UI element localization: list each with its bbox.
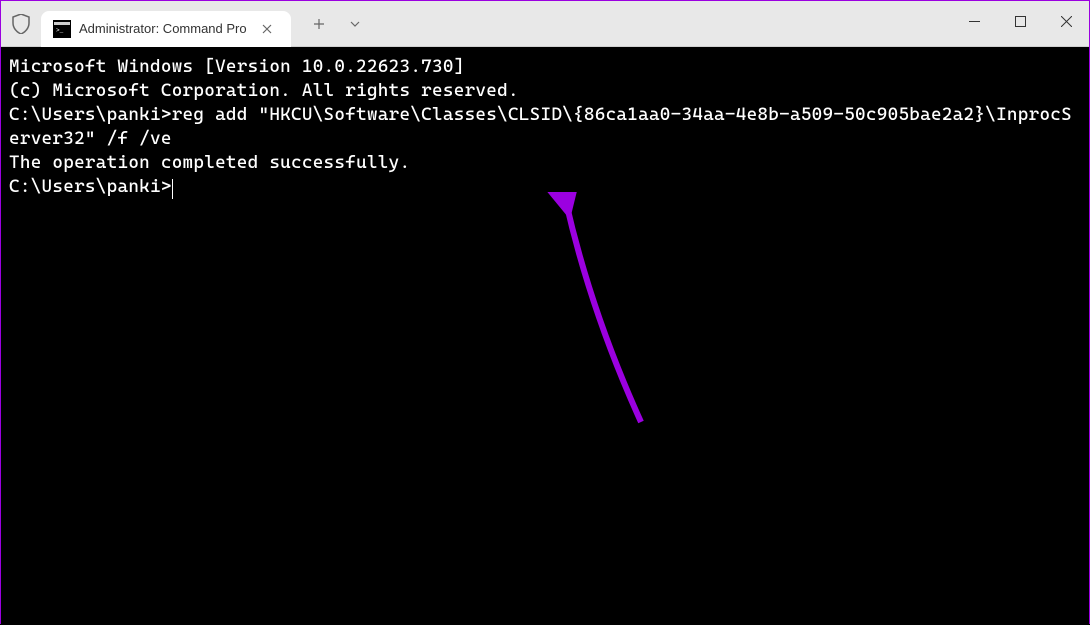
shield-icon xyxy=(1,1,41,47)
window-titlebar: >_ Administrator: Command Pro xyxy=(1,1,1089,47)
svg-text:>_: >_ xyxy=(56,27,64,34)
annotation-arrow xyxy=(541,192,681,432)
tab-dropdown-button[interactable] xyxy=(339,8,371,40)
minimize-button[interactable] xyxy=(951,1,997,41)
maximize-button[interactable] xyxy=(997,1,1043,41)
tab-actions xyxy=(303,8,371,40)
terminal-content[interactable]: Microsoft Windows [Version 10.0.22623.73… xyxy=(1,47,1089,625)
browser-tab[interactable]: >_ Administrator: Command Pro xyxy=(41,11,291,47)
terminal-output-line: The operation completed successfully. xyxy=(9,151,1081,175)
new-tab-button[interactable] xyxy=(303,8,335,40)
terminal-command-line: C:\Users\panki>reg add "HKCU\Software\Cl… xyxy=(9,103,1081,151)
window-controls xyxy=(951,1,1089,41)
terminal-output-line: (c) Microsoft Corporation. All rights re… xyxy=(9,79,1081,103)
tab-title: Administrator: Command Pro xyxy=(79,21,247,36)
terminal-output-line: Microsoft Windows [Version 10.0.22623.73… xyxy=(9,55,1081,79)
prompt: C:\Users\panki> xyxy=(9,176,172,197)
terminal-prompt-line: C:\Users\panki> xyxy=(9,175,1081,199)
terminal-icon: >_ xyxy=(53,20,71,38)
cursor xyxy=(172,179,173,199)
close-button[interactable] xyxy=(1043,1,1089,41)
prompt: C:\Users\panki> xyxy=(9,104,172,125)
tab-close-button[interactable] xyxy=(255,17,279,41)
